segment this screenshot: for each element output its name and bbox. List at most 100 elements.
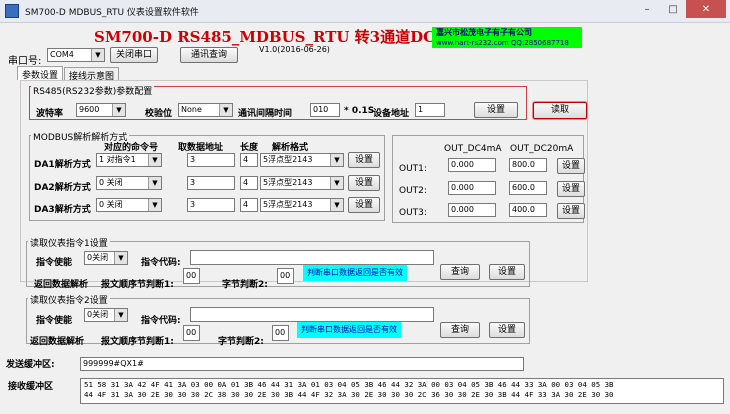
out1-20ma-input[interactable]: 800.0 [509,158,547,172]
chevron-down-icon: ▼ [148,199,161,211]
cmd1-order1-label: 报文顺序节判断1: [101,280,174,290]
window-title: SM700-D MDBUS_RTU 仪表设置软件软件 [25,7,199,18]
out2-set-button[interactable]: 设置 [557,181,585,197]
cmd2-query-button[interactable]: 查询 [440,322,480,338]
out-header-20ma: OUT_DC20mA [510,144,574,154]
cmd2-code-label: 指令代码: [141,316,181,326]
cmd2-enable-value: 0关闭 [87,310,109,319]
header-addr: 取数据地址 [178,143,224,153]
header-fmt: 解析格式 [272,143,309,153]
maximize-icon[interactable]: □ [660,0,686,18]
cmd2-order2-input[interactable]: 00 [272,325,289,341]
cmd2-enable-select[interactable]: 0关闭 ▼ [84,308,128,322]
comm-query-button[interactable]: 通讯查询 [180,47,238,63]
da2-addr-input[interactable]: 3 [187,176,235,190]
cmd1-enable-label: 指令使能 [36,258,73,268]
baud-select[interactable]: 9600 ▼ [76,103,126,117]
da3-fmt-value: 5浮点型2143 [263,200,313,209]
da3-fmt-select[interactable]: 5浮点型2143 ▼ [260,198,344,212]
cmd1-order2-input[interactable]: 00 [277,268,294,284]
cmd2-valid-note: 判断串口数据返回是否有效 [297,322,401,338]
cmd2-code-input[interactable] [190,307,434,322]
da1-len-input[interactable]: 4 [240,153,258,167]
chevron-down-icon: ▼ [330,154,343,166]
cmd1-valid-note: 判断串口数据返回是否有效 [303,265,407,281]
da2-set-button[interactable]: 设置 [348,175,380,191]
title-bar: SM700-D MDBUS_RTU 仪表设置软件软件 – □ ✕ [0,0,730,23]
cmd2-set-button[interactable]: 设置 [489,322,525,338]
out2-4ma-input[interactable]: 0.000 [448,181,496,195]
out1-label: OUT1: [399,164,427,174]
window-controls: – □ ✕ [634,0,726,18]
chevron-down-icon: ▼ [148,177,161,189]
cmd2-enable-label: 指令使能 [36,316,73,326]
da1-cmd-value: 1 对指令1 [99,155,136,164]
cmd2-order1-label: 报文顺序节判断1: [101,337,174,347]
version-label: V1.0(2016-06-26) [259,45,330,54]
cmd2-parse-label: 返回数据解析 [30,337,85,347]
out2-20ma-input[interactable]: 600.0 [509,181,547,195]
cmd2-group-title: 读取仪表指令2设置 [28,293,110,306]
rs485-group-title: RS485(RS232参数)参数配置 [31,84,155,97]
da3-addr-input[interactable]: 3 [187,198,235,212]
baud-value: 9600 [79,105,100,114]
out1-set-button[interactable]: 设置 [557,158,585,174]
tab-params[interactable]: 参数设置 [17,66,64,81]
tab-wiring[interactable]: 接线示意图 [64,67,120,82]
company-contact: www.hart-rs232.com QQ:2850687718 [436,39,569,47]
parity-label: 校验位 [145,109,173,119]
cmd1-order1-input[interactable]: 00 [183,268,200,284]
da2-len-input[interactable]: 4 [240,176,258,190]
out1-4ma-input[interactable]: 0.000 [448,158,496,172]
parity-select[interactable]: None ▼ [178,103,233,117]
interval-input[interactable]: 010 [310,103,340,117]
chevron-down-icon: ▼ [91,49,104,61]
da1-fmt-select[interactable]: 5浮点型2143 ▼ [260,153,344,167]
port-value: COM4 [50,50,74,59]
close-port-button[interactable]: 关闭串口 [110,47,158,63]
da1-label: DA1解析方式 [34,160,91,170]
da1-addr-input[interactable]: 3 [187,153,235,167]
chevron-down-icon: ▼ [114,252,127,264]
cmd1-parse-label: 返回数据解析 [34,280,89,290]
baud-label: 波特率 [36,109,64,119]
cmd1-code-input[interactable] [190,250,434,265]
app-icon [5,4,19,18]
cmd2-order1-input[interactable]: 00 [183,325,200,341]
out3-20ma-input[interactable]: 400.0 [509,203,547,217]
da1-fmt-value: 5浮点型2143 [263,155,313,164]
out3-label: OUT3: [399,208,427,218]
da1-set-button[interactable]: 设置 [348,152,380,168]
minimize-icon[interactable]: – [634,0,660,18]
out3-set-button[interactable]: 设置 [557,203,585,219]
chevron-down-icon: ▼ [330,199,343,211]
da2-fmt-select[interactable]: 5浮点型2143 ▼ [260,176,344,190]
cmd1-enable-value: 0关闭 [87,253,109,262]
rs485-set-button[interactable]: 设置 [474,102,518,118]
close-icon[interactable]: ✕ [686,0,726,18]
header-len: 长度 [240,143,259,153]
recv-buffer-textarea[interactable]: 51 58 31 3A 42 4F 41 3A 03 00 0A 01 3B 4… [80,378,724,404]
cmd1-query-button[interactable]: 查询 [440,264,480,280]
da2-label: DA2解析方式 [34,183,91,193]
company-name: 嘉兴市松茂电子有子有公司 [436,28,532,37]
da2-cmd-value: 0 关闭 [99,178,123,187]
out2-label: OUT2: [399,186,427,196]
da3-cmd-select[interactable]: 0 关闭 ▼ [96,198,162,212]
cmd1-enable-select[interactable]: 0关闭 ▼ [84,251,128,265]
port-select[interactable]: COM4 ▼ [47,48,105,62]
cmd1-set-button[interactable]: 设置 [489,264,525,280]
da3-set-button[interactable]: 设置 [348,197,380,213]
da2-cmd-select[interactable]: 0 关闭 ▼ [96,176,162,190]
addr-input[interactable]: 1 [415,103,445,117]
da3-len-input[interactable]: 4 [240,198,258,212]
da3-label: DA3解析方式 [34,205,91,215]
send-buffer-input[interactable]: 999999#QX1# [80,357,524,371]
da1-cmd-select[interactable]: 1 对指令1 ▼ [96,153,162,167]
out3-4ma-input[interactable]: 0.000 [448,203,496,217]
cmd1-group-title: 读取仪表指令1设置 [28,236,110,249]
da3-cmd-value: 0 关闭 [99,200,123,209]
parity-value: None [181,105,202,114]
read-button[interactable]: 读取 [533,102,587,119]
cmd1-code-label: 指令代码: [141,258,181,268]
